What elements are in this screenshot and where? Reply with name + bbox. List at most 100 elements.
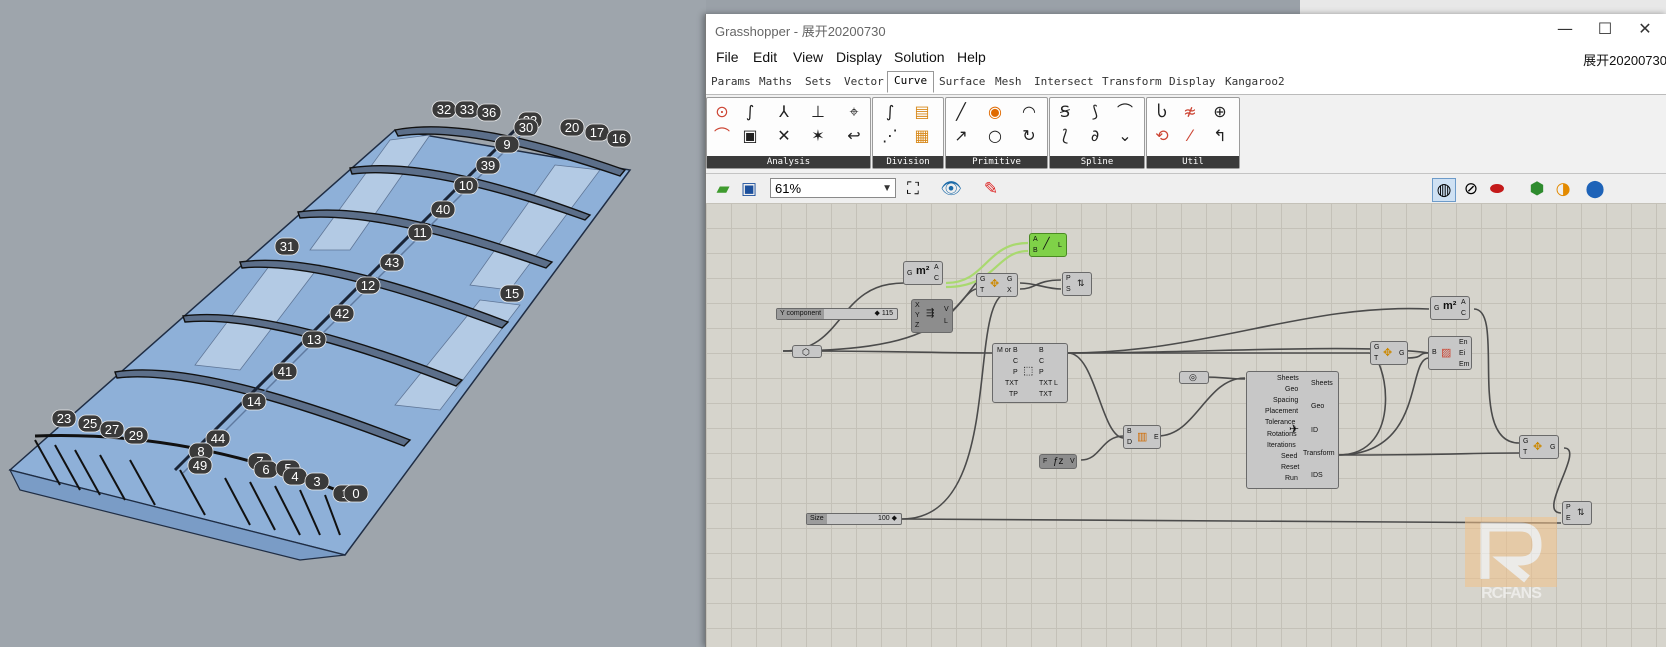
contour-icon[interactable]: ▤ (911, 101, 933, 123)
port-g: G (1523, 438, 1529, 445)
kinky-curve-icon[interactable]: ⌄ (1114, 125, 1136, 147)
tab-params[interactable]: Params (711, 75, 751, 88)
explode-icon[interactable]: ⟲ (1151, 125, 1173, 147)
menu-file[interactable]: File (716, 49, 739, 65)
nesting-component[interactable]: Sheets Geo Spacing Placement Tolerance R… (1246, 371, 1339, 489)
panel-component-2[interactable]: P E ⇅ (1562, 501, 1592, 525)
close-button[interactable]: ✕ (1625, 18, 1665, 40)
curve-point-icon[interactable]: ⊙ (711, 101, 733, 123)
tween-icon[interactable]: ∂ (1084, 125, 1106, 147)
box-component[interactable]: B ▨ En Ei Em (1428, 336, 1472, 370)
move-component-3[interactable]: G T ✥ G (1519, 435, 1559, 459)
material-icon[interactable]: ◑ (1552, 178, 1574, 200)
expression-component[interactable]: F ƒz V (1039, 454, 1077, 469)
arc-icon[interactable]: ⌒ (711, 125, 733, 147)
port-in: Sheets (1277, 375, 1299, 382)
menu-display[interactable]: Display (836, 49, 882, 65)
brep-component[interactable]: B D ▥ E (1123, 425, 1161, 449)
group-label-primitive[interactable]: Primitive (946, 156, 1047, 168)
group-label-util[interactable]: Util (1147, 156, 1239, 168)
geometry-param[interactable]: ⬡ (792, 345, 822, 358)
watermark-text: RCFANS (1481, 585, 1542, 602)
port-g: G (907, 270, 913, 277)
port-out: Transform (1303, 450, 1335, 457)
move-component[interactable]: G T ✥ G X (976, 273, 1018, 297)
curve-frame-icon[interactable]: ⌖ (843, 101, 865, 123)
perp-frame-icon[interactable]: ✕ (773, 125, 795, 147)
tab-vector[interactable]: Vector (844, 75, 884, 88)
tab-mesh[interactable]: Mesh (995, 75, 1022, 88)
minimize-button[interactable]: — (1545, 18, 1585, 40)
bezier-icon[interactable]: ⌒ (1114, 101, 1136, 123)
tab-display[interactable]: Display (1169, 75, 1215, 88)
divide-length-icon[interactable]: ⋰ (879, 125, 901, 147)
box-icon: ▨ (1441, 347, 1452, 359)
port-c: C (1461, 310, 1467, 317)
area-component[interactable]: G m² A C (903, 261, 943, 285)
point-tag-label: 0 (352, 486, 359, 501)
divide-curve-icon[interactable]: ∫ (879, 101, 901, 123)
point-tag-label: 12 (361, 278, 375, 293)
closest-point-icon[interactable]: ⅄ (773, 101, 795, 123)
nurbs-icon[interactable]: ⟆ (1084, 101, 1106, 123)
geometry-param-2[interactable]: ◎ (1179, 371, 1209, 384)
line-sdl-icon[interactable]: ↗ (950, 125, 972, 147)
rhino-viewport[interactable]: 3233362230201716939104011314312154213411… (0, 0, 706, 647)
point-tag: 36 (476, 103, 502, 122)
project-icon[interactable]: ↰ (1209, 125, 1231, 147)
maximize-button[interactable]: ☐ (1585, 18, 1625, 40)
tangent-icon[interactable]: ↩ (843, 125, 865, 147)
area-component-2[interactable]: G m² A C (1430, 296, 1470, 320)
offset-icon[interactable]: Ⴑ (1151, 101, 1173, 123)
preview-mode-icon[interactable]: ◍ (1432, 178, 1456, 202)
circle-icon[interactable]: ○ (984, 125, 1006, 147)
bounding-icon[interactable]: ▣ (739, 125, 761, 147)
shatter-icon[interactable]: ▦ (911, 125, 933, 147)
tab-curve[interactable]: Curve (887, 71, 935, 93)
mesh-settings-icon[interactable]: ⬤ (1584, 178, 1606, 200)
sketch-pen-icon[interactable]: ✎ (980, 178, 1002, 200)
y-component-slider[interactable]: Y component ◆ 115 (776, 308, 898, 320)
wireframe-icon[interactable]: ⊘ (1460, 178, 1482, 200)
intersect-icon[interactable]: ✶ (807, 125, 829, 147)
vector-xyz-component[interactable]: X Y Z ⇶ V L (911, 299, 953, 333)
curvature-icon[interactable]: ∫ (739, 101, 761, 123)
vector-icon: ⇶ (926, 308, 935, 319)
zoom-extents-icon[interactable]: ⛶ (902, 178, 924, 200)
polyline-icon[interactable]: ⟅ (1054, 125, 1076, 147)
save-file-icon[interactable]: ▣ (738, 178, 760, 200)
group-label-spline[interactable]: Spline (1050, 156, 1144, 168)
tab-surface[interactable]: Surface (939, 75, 985, 88)
fillet-icon[interactable]: ≉ (1179, 101, 1201, 123)
move-component-2[interactable]: G T ✥ G (1370, 341, 1408, 365)
arc-sed-icon[interactable]: ↻ (1018, 125, 1040, 147)
arc-3pt-icon[interactable]: ◠ (1018, 101, 1040, 123)
preview-eye-icon[interactable]: 👁 (940, 178, 962, 200)
line-component[interactable]: A B ╱ L (1029, 233, 1067, 257)
menu-solution[interactable]: Solution (894, 49, 945, 65)
evaluate-curve-icon[interactable]: ⊥ (807, 101, 829, 123)
tab-transform[interactable]: Transform (1102, 75, 1162, 88)
open-file-icon[interactable]: ▰ (712, 178, 734, 200)
tab-kangaroo2[interactable]: Kangaroo2 (1225, 75, 1285, 88)
panel-component[interactable]: P S ⇅ (1062, 272, 1092, 296)
zoom-selector[interactable]: 61% ▼ (770, 178, 896, 198)
tab-maths[interactable]: Maths (759, 75, 792, 88)
menu-view[interactable]: View (793, 49, 823, 65)
menu-edit[interactable]: Edit (753, 49, 777, 65)
flip-icon[interactable]: ⁄ (1179, 125, 1201, 147)
tab-sets[interactable]: Sets (805, 75, 832, 88)
selected-preview-icon[interactable]: ⬢ (1526, 178, 1548, 200)
menu-help[interactable]: Help (957, 49, 986, 65)
group-label-analysis[interactable]: Analysis (707, 156, 870, 168)
shaded-icon[interactable]: ⬬ (1486, 178, 1508, 200)
join-icon[interactable]: ⊕ (1209, 101, 1231, 123)
interpolate-icon[interactable]: Ꞩ (1054, 101, 1076, 123)
line-icon[interactable]: ╱ (950, 101, 972, 123)
text-tag-component[interactable]: M or B C P TXT TP ⬚ B C P TXT L TXT (992, 343, 1068, 403)
polygon-icon[interactable]: ◉ (984, 101, 1006, 123)
size-slider[interactable]: Size 100 ◆ (806, 513, 902, 525)
group-label-division[interactable]: Division (873, 156, 943, 168)
tab-intersect[interactable]: Intersect (1034, 75, 1094, 88)
port-t: T (980, 287, 985, 294)
